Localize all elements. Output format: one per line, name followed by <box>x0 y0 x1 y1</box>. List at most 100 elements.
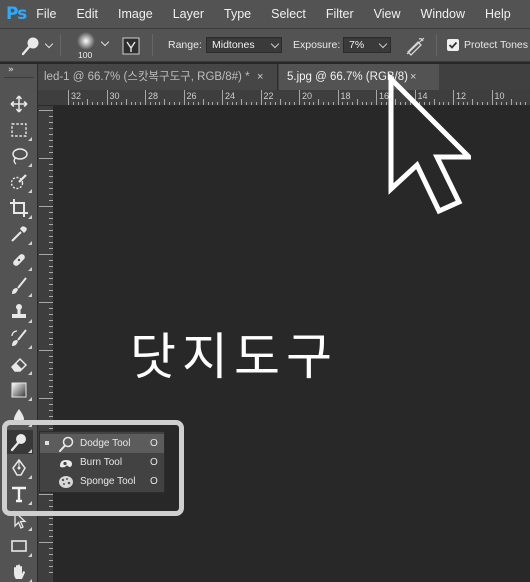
ruler-tick <box>351 102 353 105</box>
brush-panel-toggle[interactable] <box>122 37 140 55</box>
tab-title: led-1 @ 66.7% (스캇복구도구, RGB/8#) * <box>44 71 250 83</box>
ruler-tick <box>68 90 69 105</box>
menu-bar: Ps File Edit Image Layer Type Select Fil… <box>0 0 530 28</box>
menu-window[interactable]: Window <box>421 7 465 21</box>
eyedropper-icon <box>11 226 27 242</box>
rectangle-tool[interactable] <box>5 534 33 558</box>
gradient-icon <box>11 382 27 398</box>
tool-preset-picker[interactable] <box>20 35 54 57</box>
ruler-tick <box>299 90 300 105</box>
ruler-tick <box>49 212 53 213</box>
ruler-tick <box>255 102 257 105</box>
rectangle-icon <box>11 540 27 552</box>
eraser-tool[interactable] <box>5 352 33 376</box>
ruler-tick <box>169 102 171 105</box>
tab-document-1[interactable]: led-1 @ 66.7% (스캇복구도구, RGB/8#) * × <box>38 64 278 90</box>
menu-file[interactable]: File <box>36 7 56 21</box>
brush-tool[interactable] <box>5 274 33 298</box>
ruler-tick <box>39 158 53 159</box>
ruler-tick <box>49 338 53 339</box>
dodge-icon <box>21 37 39 56</box>
ruler-tick <box>49 518 53 519</box>
marquee-icon <box>11 123 27 137</box>
ruler-tick <box>376 90 377 105</box>
ruler-tick <box>49 164 53 165</box>
menu-type[interactable]: Type <box>224 7 251 21</box>
ruler-tick <box>106 90 108 105</box>
brush-size-value: 100 <box>78 50 93 60</box>
ruler-tick <box>265 102 267 105</box>
ruler-tick <box>72 102 74 105</box>
airbrush-toggle[interactable] <box>404 36 426 56</box>
quick-select-tool[interactable] <box>5 170 33 194</box>
ruler-tick <box>366 102 368 105</box>
ruler-tick <box>212 102 214 105</box>
ruler-tick <box>356 99 358 105</box>
collapse-panel-icon[interactable]: » <box>8 65 14 75</box>
ruler-tick <box>284 102 286 105</box>
eyedropper-tool[interactable] <box>5 222 33 246</box>
ruler-tick <box>120 102 122 105</box>
range-value: Midtones <box>212 39 255 51</box>
ruler-tick <box>49 530 53 531</box>
lasso-tool[interactable] <box>5 144 33 168</box>
ruler-tick <box>49 260 53 261</box>
menu-layer[interactable]: Layer <box>173 7 204 21</box>
exposure-input[interactable]: 7% <box>343 37 391 53</box>
ruler-tick <box>49 194 53 195</box>
ruler-tick <box>49 176 53 177</box>
ruler-tick <box>49 548 53 549</box>
move-icon <box>10 95 28 113</box>
ruler-tick <box>241 99 243 105</box>
ruler-tick <box>472 99 474 105</box>
ruler-tick <box>164 99 166 105</box>
ruler-tick <box>101 102 103 105</box>
ruler-tick <box>49 272 53 273</box>
ruler-tick <box>49 344 53 345</box>
flyout-item-burn[interactable]: Burn Tool O <box>40 453 164 472</box>
crop-tool[interactable] <box>5 196 33 220</box>
ruler-tick <box>135 102 137 105</box>
menu-image[interactable]: Image <box>118 7 153 21</box>
marquee-tool[interactable] <box>5 118 33 142</box>
ruler-tick <box>39 542 53 543</box>
brush-preset-picker[interactable]: 100 <box>72 31 116 61</box>
ruler-tick <box>49 242 53 243</box>
ruler-tick <box>49 416 53 417</box>
history-brush-tool[interactable] <box>5 326 33 350</box>
ruler-tick <box>279 99 281 105</box>
ruler-tick <box>207 102 209 105</box>
sponge-icon <box>59 476 73 488</box>
menu-select[interactable]: Select <box>271 7 306 21</box>
menu-edit[interactable]: Edit <box>76 7 98 21</box>
dodge-icon <box>59 436 74 452</box>
flyout-item-sponge[interactable]: Sponge Tool O <box>40 472 164 491</box>
ruler-tick <box>49 170 53 171</box>
ruler-tick <box>125 99 127 105</box>
gradient-tool[interactable] <box>5 378 33 402</box>
ruler-tick <box>510 99 512 105</box>
checkmark-icon <box>448 41 458 49</box>
hand-tool[interactable] <box>5 560 33 582</box>
shortcut-key: O <box>150 476 158 487</box>
range-select[interactable]: Midtones <box>206 37 282 53</box>
flyout-item-dodge[interactable]: Dodge Tool O <box>40 434 164 453</box>
ruler-tick <box>49 386 53 387</box>
ruler-tick <box>49 536 53 537</box>
shortcut-key: O <box>150 457 158 468</box>
ruler-tick <box>520 102 522 105</box>
ruler-tick <box>49 320 53 321</box>
ruler-tick <box>49 128 53 129</box>
healing-brush-tool[interactable] <box>5 248 33 272</box>
menu-view[interactable]: View <box>374 7 401 21</box>
menu-help[interactable]: Help <box>485 7 511 21</box>
clone-stamp-tool[interactable] <box>5 300 33 324</box>
ruler-tick <box>49 560 53 561</box>
ruler-tick <box>332 102 334 105</box>
ruler-tick <box>130 102 132 105</box>
menu-filter[interactable]: Filter <box>326 7 354 21</box>
close-icon[interactable]: × <box>257 64 263 90</box>
move-tool[interactable] <box>5 92 33 116</box>
protect-tones-checkbox[interactable] <box>447 39 459 51</box>
brush-panel-icon <box>122 37 140 55</box>
